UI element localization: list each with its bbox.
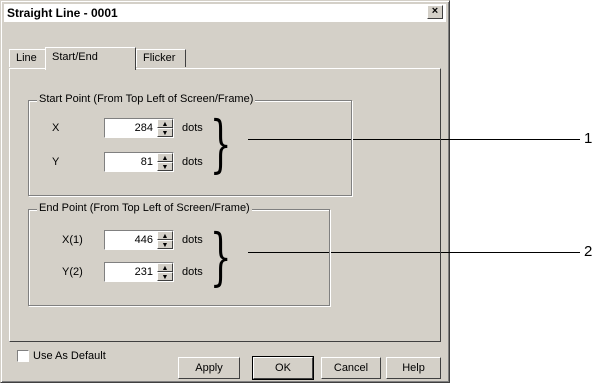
cancel-button[interactable]: Cancel (321, 357, 381, 379)
start-end-panel: Start Point (From Top Left of Screen/Fra… (9, 68, 441, 342)
tab-flicker[interactable]: Flicker (136, 49, 186, 67)
end-y-label: Y(2) (62, 266, 83, 278)
start-y-spinbox[interactable]: 81 ▲ ▼ (104, 152, 174, 172)
spin-up-icon[interactable]: ▲ (157, 231, 173, 240)
close-button[interactable]: × (427, 5, 443, 19)
spin-down-icon[interactable]: ▼ (157, 162, 173, 171)
spin-up-icon[interactable]: ▲ (157, 263, 173, 272)
start-point-group-label: Start Point (From Top Left of Screen/Fra… (37, 93, 256, 105)
spin-down-icon[interactable]: ▼ (157, 240, 173, 249)
checkbox-box[interactable] (17, 350, 29, 363)
dialog-window: Straight Line - 0001 × Line Start/End Fl… (0, 0, 450, 383)
start-y-label: Y (52, 156, 60, 168)
end-point-group-label: End Point (From Top Left of Screen/Frame… (37, 202, 252, 214)
spin-up-icon[interactable]: ▲ (157, 119, 173, 128)
apply-button[interactable]: Apply (178, 357, 240, 379)
start-x-spinbox[interactable]: 284 ▲ ▼ (104, 118, 174, 138)
start-y-value: 81 (140, 156, 153, 168)
dialog-title: Straight Line - 0001 (7, 6, 118, 20)
start-brace-icon: } (209, 107, 232, 180)
start-x-value: 284 (134, 122, 153, 134)
start-x-label: X (52, 122, 60, 134)
start-x-unit: dots (182, 122, 203, 134)
end-x-unit: dots (182, 234, 203, 246)
spin-up-icon[interactable]: ▲ (157, 153, 173, 162)
tab-start-end[interactable]: Start/End (45, 47, 136, 70)
help-button[interactable]: Help (386, 357, 441, 379)
start-y-unit: dots (182, 156, 203, 168)
spin-down-icon[interactable]: ▼ (157, 128, 173, 137)
ok-button[interactable]: OK (252, 356, 314, 380)
spin-down-icon[interactable]: ▼ (157, 272, 173, 281)
close-icon: × (431, 5, 439, 17)
callout-number-1: 1 (584, 130, 593, 147)
end-y-unit: dots (182, 266, 203, 278)
end-point-group: End Point (From Top Left of Screen/Frame… (28, 202, 330, 306)
end-x-spinbox[interactable]: 446 ▲ ▼ (104, 230, 174, 250)
start-point-group: Start Point (From Top Left of Screen/Fra… (28, 93, 352, 196)
use-as-default-label: Use As Default (33, 350, 106, 362)
use-as-default-checkbox[interactable]: Use As Default (17, 350, 106, 363)
end-y-spinbox[interactable]: 231 ▲ ▼ (104, 262, 174, 282)
tab-line[interactable]: Line (9, 49, 47, 67)
end-x-value: 446 (134, 234, 153, 246)
title-bar: Straight Line - 0001 × (4, 4, 446, 22)
end-brace-icon: } (209, 220, 232, 293)
end-x-label: X(1) (62, 234, 83, 246)
callout-number-2: 2 (584, 243, 593, 260)
end-y-value: 231 (134, 266, 153, 278)
